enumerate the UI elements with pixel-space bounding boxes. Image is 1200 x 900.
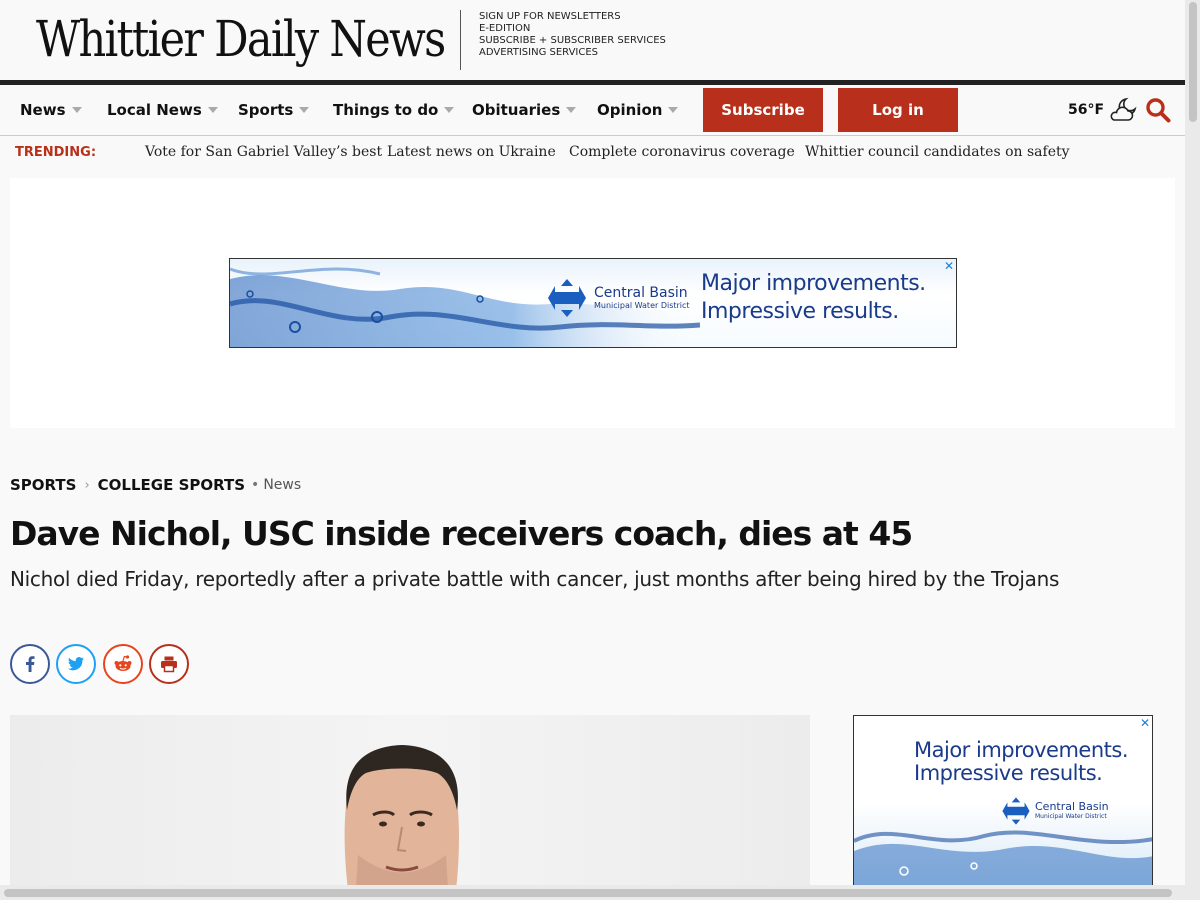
section-tag: News	[263, 477, 302, 493]
horizontal-scrollbar[interactable]	[0, 885, 1185, 900]
water-splash-image	[854, 830, 1152, 889]
chevron-down-icon	[668, 107, 679, 113]
central-basin-logo-icon	[548, 279, 586, 317]
article-photo[interactable]	[10, 715, 810, 890]
masthead: Whittier Daily News SIGN UP FOR NEWSLETT…	[0, 0, 1185, 80]
ad-headline: Major improvements.	[914, 738, 1129, 762]
main-nav: News Local News Sports Things to do Obit…	[0, 85, 1185, 136]
nav-item-news[interactable]: News	[20, 85, 82, 135]
sidebar-ad[interactable]: Major improvements. Impressive results. …	[853, 715, 1153, 890]
share-facebook-button[interactable]	[10, 644, 50, 684]
ad-headline: Major improvements.	[701, 271, 926, 296]
login-button[interactable]: Log in	[838, 88, 958, 132]
scrollbar-thumb[interactable]	[1189, 2, 1197, 122]
twitter-icon	[68, 657, 84, 671]
ad-subheadline: Impressive results.	[914, 761, 1103, 785]
reddit-icon	[114, 655, 132, 671]
ad-brand-name: Central Basin	[594, 284, 688, 301]
masthead-divider	[460, 10, 461, 70]
nav-label: Sports	[238, 101, 294, 119]
breadcrumb-sports[interactable]: SPORTS	[10, 476, 76, 494]
ad-brand-sub: Municipal Water District	[594, 300, 690, 310]
close-icon[interactable]: ✕	[944, 260, 954, 272]
vertical-scrollbar[interactable]	[1185, 0, 1200, 900]
share-twitter-button[interactable]	[56, 644, 96, 684]
subscriber-services-link[interactable]: SUBSCRIBE + SUBSCRIBER SERVICES	[479, 35, 666, 47]
chevron-right-icon: ›	[84, 477, 90, 493]
search-icon[interactable]	[1145, 97, 1171, 123]
newsletters-link[interactable]: SIGN UP FOR NEWSLETTERS	[479, 11, 666, 23]
nav-item-obituaries[interactable]: Obituaries	[472, 85, 577, 135]
facebook-icon	[26, 656, 35, 672]
chevron-down-icon	[299, 107, 310, 113]
trending-bar: TRENDING: Vote for San Gabriel Valley’s …	[0, 136, 1185, 170]
separator-dot: •	[251, 477, 260, 493]
portrait-image	[344, 745, 459, 890]
site-logo[interactable]: Whittier Daily News	[36, 8, 446, 70]
nav-label: News	[20, 101, 66, 119]
print-button[interactable]	[149, 644, 189, 684]
close-icon[interactable]: ✕	[1140, 717, 1150, 729]
share-reddit-button[interactable]	[103, 644, 143, 684]
trending-label: TRENDING:	[15, 145, 97, 160]
subscribe-button[interactable]: Subscribe	[703, 88, 823, 132]
ad-brand-sub: Municipal Water District	[1035, 813, 1107, 820]
nav-item-things-to-do[interactable]: Things to do	[333, 85, 455, 135]
trending-link[interactable]: Vote for San Gabriel Valley’s best	[145, 144, 382, 160]
breadcrumb: SPORTS › COLLEGE SPORTS • News	[10, 476, 301, 494]
weather-temp: 56°F	[1068, 102, 1105, 118]
nav-label: Things to do	[333, 101, 439, 119]
trending-link[interactable]: Latest news on Ukraine	[387, 144, 556, 160]
nav-label: Local News	[107, 101, 202, 119]
banner-ad[interactable]: Central Basin Municipal Water District M…	[229, 258, 957, 348]
ad-subheadline: Impressive results.	[701, 299, 899, 324]
masthead-links: SIGN UP FOR NEWSLETTERS E-EDITION SUBSCR…	[479, 11, 666, 59]
chevron-down-icon	[566, 107, 577, 113]
print-icon	[161, 656, 177, 673]
nav-item-sports[interactable]: Sports	[238, 85, 310, 135]
partly-cloudy-night-icon	[1110, 97, 1137, 121]
chevron-down-icon	[71, 107, 82, 113]
nav-item-local-news[interactable]: Local News	[107, 85, 218, 135]
chevron-down-icon	[207, 107, 218, 113]
article-headline: Dave Nichol, USC inside receivers coach,…	[10, 514, 913, 553]
chevron-down-icon	[444, 107, 455, 113]
weather-widget[interactable]: 56°F	[1068, 85, 1138, 135]
ad-brand-name: Central Basin	[1035, 800, 1109, 813]
nav-label: Obituaries	[472, 101, 561, 119]
trending-link[interactable]: Complete coronavirus coverage	[569, 144, 795, 160]
nav-item-opinion[interactable]: Opinion	[597, 85, 679, 135]
central-basin-logo: Central Basin Municipal Water District	[546, 277, 690, 319]
breadcrumb-college-sports[interactable]: COLLEGE SPORTS	[98, 476, 245, 494]
e-edition-link[interactable]: E-EDITION	[479, 23, 666, 35]
article-dek: Nichol died Friday, reportedly after a p…	[10, 567, 1060, 591]
nav-label: Opinion	[597, 101, 663, 119]
advertising-link[interactable]: ADVERTISING SERVICES	[479, 47, 666, 59]
scrollbar-thumb[interactable]	[4, 889, 1172, 897]
trending-link[interactable]: Whittier council candidates on safety	[805, 144, 1070, 160]
